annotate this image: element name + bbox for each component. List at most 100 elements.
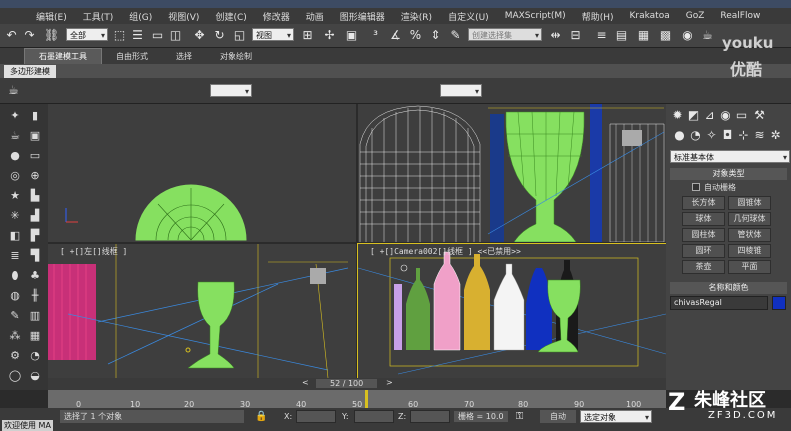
menu-customize[interactable]: 自定义(U) (440, 10, 497, 23)
motion-tab-icon[interactable]: ◉ (718, 108, 733, 123)
scale-icon[interactable]: ◱ (232, 28, 247, 43)
maxscript-listener[interactable]: 欢迎使用 MA (2, 420, 53, 431)
x-coordinate-field[interactable] (296, 410, 336, 423)
geometry-type-dropdown[interactable]: 标准基本体 (670, 150, 790, 164)
loft-icon[interactable]: ◒ (26, 368, 44, 384)
teapot-icon[interactable]: ☕ (6, 83, 21, 98)
window-crossing-icon[interactable]: ◫ (168, 28, 183, 43)
tab-graphite-modeling[interactable]: 石墨建模工具 (24, 48, 102, 64)
percent-snap-icon[interactable]: % (408, 28, 423, 43)
angle-snap-icon[interactable]: ∡ (388, 28, 403, 43)
ring-icon[interactable]: ◯ (6, 368, 24, 384)
pivot-center-icon[interactable]: ⊞ (300, 28, 315, 43)
create-tab-icon[interactable]: ✹ (670, 108, 685, 123)
object-name-field[interactable]: chivasRegal (670, 296, 768, 310)
object-type-rollout-header[interactable]: 对象类型 (670, 168, 787, 180)
teapot-small-icon[interactable]: ☕ (6, 128, 24, 144)
tube-icon[interactable]: ◍ (6, 288, 24, 304)
material-editor-icon[interactable]: ◉ (680, 28, 695, 43)
cylinder-icon[interactable]: ▮ (26, 108, 44, 124)
lights-category-icon[interactable]: ✧ (704, 128, 719, 143)
sphere-icon[interactable]: ● (6, 148, 24, 164)
track-bar[interactable]: 0 10 20 30 40 50 60 70 80 90 100 (48, 390, 666, 409)
menu-krakatoa[interactable]: Krakatoa (621, 11, 677, 21)
viewport-camera[interactable]: [ +[]Camera002[]线框 ] <<已禁用>> (357, 243, 667, 379)
key-icon[interactable]: ⚿ (512, 409, 527, 424)
star-icon[interactable]: ★ (6, 188, 24, 204)
tab-freeform[interactable]: 自由形式 (102, 51, 162, 62)
pyramid-button[interactable]: 四棱锥 (728, 244, 771, 258)
foliage-icon[interactable]: ♣ (26, 268, 44, 284)
set-key-filter-dropdown[interactable]: 选定对象 (580, 410, 652, 424)
teapot-button[interactable]: 茶壶 (682, 260, 725, 274)
light-icon[interactable]: ✦ (6, 108, 24, 124)
align-icon[interactable]: ⊟ (568, 28, 583, 43)
viewport-front[interactable] (358, 104, 666, 242)
time-slider-handle[interactable] (365, 390, 368, 408)
spacewarps-category-icon[interactable]: ≋ (752, 128, 767, 143)
layer-manager-icon[interactable]: ≡ (594, 28, 609, 43)
lock-selection-icon[interactable]: 🔒 (254, 409, 269, 424)
move-icon[interactable]: ✥ (192, 28, 207, 43)
cameras-category-icon[interactable]: ◘ (720, 128, 735, 143)
wall-icon[interactable]: ▥ (26, 308, 44, 324)
prev-frame-icon[interactable]: < (302, 378, 309, 387)
tab-object-paint[interactable]: 对象绘制 (206, 51, 266, 62)
menu-views[interactable]: 视图(V) (160, 10, 207, 23)
select-manipulate-icon[interactable]: ✢ (322, 28, 337, 43)
viewport-top[interactable] (48, 104, 356, 242)
object-color-swatch[interactable] (772, 296, 786, 310)
space-warp-icon[interactable]: ✳ (6, 208, 24, 224)
box-button[interactable]: 长方体 (682, 196, 725, 210)
helper-icon[interactable]: ⊕ (26, 168, 44, 184)
menu-rendering[interactable]: 渲染(R) (393, 10, 440, 23)
tab-selection[interactable]: 选择 (162, 51, 206, 62)
helpers-category-icon[interactable]: ⊹ (736, 128, 751, 143)
frame-counter[interactable]: 52 / 100 (316, 379, 378, 388)
menu-animation[interactable]: 动画 (298, 10, 332, 23)
patch-icon[interactable]: ▦ (26, 328, 44, 344)
stack-icon[interactable]: ≣ (6, 248, 24, 264)
undo-icon[interactable]: ↶ (4, 28, 19, 43)
auto-key-button[interactable]: 自动 (540, 410, 576, 423)
mirror-icon[interactable]: ⇹ (548, 28, 563, 43)
render-setup-icon[interactable]: ☕ (700, 28, 715, 43)
door-icon[interactable]: ▛ (26, 228, 44, 244)
viewport-left-label[interactable]: [ +[]左[]线框 ] (60, 246, 127, 257)
modify-tab-icon[interactable]: ◩ (686, 108, 701, 123)
z-coordinate-field[interactable] (410, 410, 450, 423)
utilities-tab-icon[interactable]: ⚒ (752, 108, 767, 123)
shape-icon[interactable]: ◧ (6, 228, 24, 244)
pen-icon[interactable]: ✎ (6, 308, 24, 324)
menu-edit[interactable]: 编辑(E) (28, 10, 75, 23)
viewport-camera-label[interactable]: [ +[]Camera002[]线框 ] <<已禁用>> (370, 246, 521, 257)
menu-tools[interactable]: 工具(T) (75, 10, 122, 23)
gear-icon[interactable]: ⚙ (6, 348, 24, 364)
reference-coordinate-dropdown[interactable]: 视图 (252, 28, 294, 42)
hierarchy-tab-icon[interactable]: ⊿ (702, 108, 717, 123)
menu-create[interactable]: 创建(C) (207, 10, 254, 23)
select-object-icon[interactable]: ⬚ (112, 28, 127, 43)
name-color-rollout-header[interactable]: 名称和颜色 (670, 282, 787, 294)
cone-button[interactable]: 圆锥体 (728, 196, 771, 210)
torus-icon[interactable]: ◎ (6, 168, 24, 184)
rect-selection-icon[interactable]: ▭ (150, 28, 165, 43)
viewport-left[interactable]: [ +[]左[]线框 ] (48, 244, 356, 378)
capsule-icon[interactable]: ⬮ (6, 268, 24, 284)
autogrid-checkbox[interactable] (692, 183, 700, 191)
menu-help[interactable]: 帮助(H) (574, 10, 622, 23)
named-selection-dropdown[interactable]: 创建选择集 (468, 28, 542, 42)
menu-graph-editors[interactable]: 图形编辑器 (332, 10, 393, 23)
shapes-category-icon[interactable]: ◔ (688, 128, 703, 143)
menu-modifiers[interactable]: 修改器 (255, 10, 298, 23)
geometry-category-icon[interactable]: ● (672, 128, 687, 143)
particle-icon[interactable]: ⁂ (6, 328, 24, 344)
cylinder-button[interactable]: 圆柱体 (682, 228, 725, 242)
display-tab-icon[interactable]: ▭ (734, 108, 749, 123)
box-icon[interactable]: ▣ (26, 128, 44, 144)
spinner-snap-icon[interactable]: ⇕ (428, 28, 443, 43)
stair-icon[interactable]: ▙ (26, 188, 44, 204)
next-frame-icon[interactable]: > (386, 378, 393, 387)
keyboard-shortcut-icon[interactable]: ▣ (344, 28, 359, 43)
railing-icon[interactable]: ╫ (26, 288, 44, 304)
